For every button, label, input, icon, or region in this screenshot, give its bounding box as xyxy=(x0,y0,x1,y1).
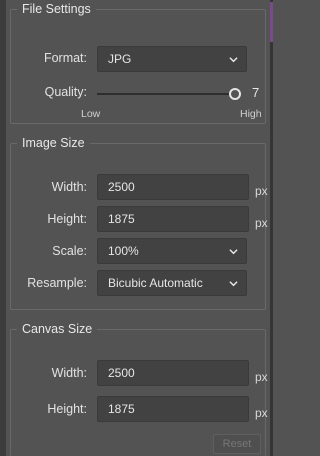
scrollbar-thumb[interactable] xyxy=(270,2,273,42)
image-height-label: Height: xyxy=(47,212,87,226)
scale-label: Scale: xyxy=(52,244,87,258)
canvas-height-label: Height: xyxy=(47,402,87,416)
quality-high-label: High xyxy=(240,108,262,120)
quality-low-label: Low xyxy=(81,108,101,120)
chevron-down-icon xyxy=(229,249,238,255)
image-height-value: 1875 xyxy=(108,212,135,226)
scale-value: 100% xyxy=(108,244,139,258)
canvas-width-label: Width: xyxy=(51,366,87,380)
canvas-height-value: 1875 xyxy=(108,402,135,416)
image-width-label: Width: xyxy=(51,180,87,194)
image-width-value: 2500 xyxy=(108,180,135,194)
quality-slider-knob[interactable] xyxy=(229,88,241,100)
file-settings-legend: File Settings xyxy=(22,2,91,16)
quality-label: Quality: xyxy=(44,85,87,99)
export-settings-panel: File Settings Format: JPG Quality: 7 Low… xyxy=(0,0,273,456)
image-height-input[interactable]: 1875 xyxy=(97,206,249,232)
quality-value: 7 xyxy=(252,85,260,100)
resample-select[interactable]: Bicubic Automatic xyxy=(97,270,247,296)
quality-slider-track[interactable] xyxy=(97,93,235,95)
panel-left-edge xyxy=(0,0,6,456)
file-settings-group: File Settings Format: JPG Quality: 7 Low… xyxy=(10,2,266,124)
resample-label: Resample: xyxy=(27,276,87,290)
format-label: Format: xyxy=(43,51,87,65)
chevron-down-icon xyxy=(229,281,238,287)
image-width-unit: px xyxy=(255,184,268,198)
image-size-group: Image Size Width: 2500 px Height: 1875 p… xyxy=(10,136,268,310)
chevron-down-icon xyxy=(229,57,238,63)
image-width-input[interactable]: 2500 xyxy=(97,174,249,200)
canvas-width-unit: px xyxy=(255,370,268,384)
scrollbar-track[interactable] xyxy=(270,0,273,456)
canvas-size-group: Canvas Size Width: 2500 px Height: 1875 … xyxy=(10,322,268,456)
format-select[interactable]: JPG xyxy=(97,46,247,72)
format-value: JPG xyxy=(108,52,132,66)
image-height-unit: px xyxy=(255,216,268,230)
canvas-width-value: 2500 xyxy=(108,366,135,380)
resample-value: Bicubic Automatic xyxy=(108,276,203,290)
reset-button[interactable]: Reset xyxy=(213,434,261,454)
canvas-width-input[interactable]: 2500 xyxy=(97,360,249,386)
canvas-height-input[interactable]: 1875 xyxy=(97,396,249,422)
canvas-size-legend: Canvas Size xyxy=(22,322,93,336)
canvas-height-unit: px xyxy=(255,406,268,420)
image-size-legend: Image Size xyxy=(22,136,85,150)
scale-select[interactable]: 100% xyxy=(97,238,247,264)
